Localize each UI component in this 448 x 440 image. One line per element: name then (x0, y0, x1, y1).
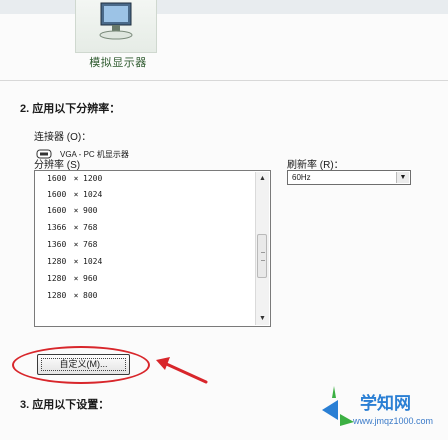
resolution-item[interactable]: 1280 × 1024 (47, 255, 102, 269)
watermark-logo-icon (322, 386, 354, 426)
resolution-item[interactable]: 1360 × 768 (47, 238, 97, 252)
thumb-grip (261, 252, 265, 261)
resolution-list[interactable]: 1600 × 1200 1600 × 1024 1600 × 900 1366 × 768 13… (34, 170, 271, 327)
scroll-up-icon[interactable]: ▲ (256, 172, 269, 185)
resolution-item[interactable]: 1600 × 900 (47, 204, 97, 218)
refresh-label: 刷新率 (R)： (287, 160, 344, 171)
step3-title: 3. 应用以下设置： (20, 399, 110, 411)
focus-ring (41, 358, 126, 371)
scroll-thumb[interactable] (257, 234, 267, 278)
display-monitor-card[interactable] (75, 0, 157, 53)
refresh-rate-select[interactable]: 60Hz ▼ (287, 170, 411, 185)
watermark-url: www.jmqz1000.com (353, 416, 434, 426)
monitor-icon (99, 2, 133, 40)
resolution-item[interactable]: 1280 × 960 (47, 272, 97, 286)
resolution-label: 分辨率 (S) (34, 160, 81, 171)
scroll-down-icon[interactable]: ▼ (256, 312, 269, 325)
watermark-name: 学知网 (360, 394, 411, 413)
monitor-label: 模拟显示器 (89, 57, 147, 69)
annotation-arrow-icon (156, 357, 208, 384)
custom-resolution-button[interactable]: 自定义(M)... (37, 354, 130, 375)
divider (0, 80, 448, 81)
refresh-value: 60Hz (292, 173, 311, 182)
resolution-item[interactable]: 1280 × 800 (47, 289, 97, 303)
step2-title: 2. 应用以下分辨率： (20, 103, 121, 115)
resolution-item[interactable]: 1600 × 1200 (47, 172, 102, 186)
resolution-scrollbar[interactable]: ▲ ▼ (255, 172, 269, 325)
dropdown-arrow-icon[interactable]: ▼ (396, 172, 409, 183)
connector-label: 连接器 (O)： (34, 132, 92, 143)
top-strip (0, 0, 448, 14)
resolution-item[interactable]: 1600 × 1024 (47, 188, 102, 202)
resolution-item[interactable]: 1366 × 768 (47, 221, 97, 235)
